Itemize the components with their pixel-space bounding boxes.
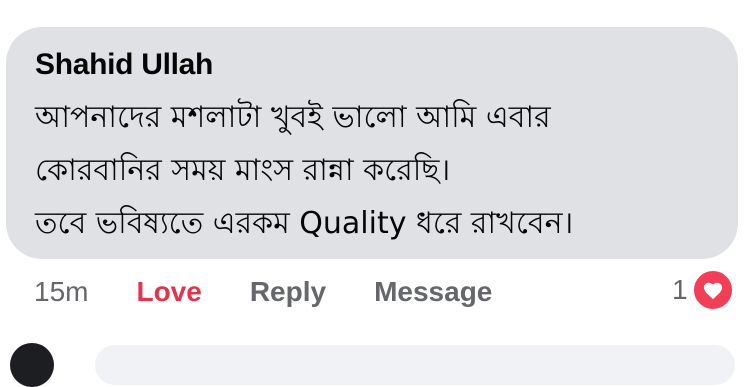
comment-timestamp[interactable]: 15m — [34, 276, 88, 308]
comment-author[interactable]: Shahid Ullah — [35, 47, 722, 83]
reply-button[interactable]: Reply — [250, 276, 326, 308]
comment-text: আপনাদের মশলাটা খুবই ভালো আমি এবার কোরবান… — [35, 100, 574, 241]
reply-input[interactable] — [95, 345, 735, 385]
comment-actions: 15m Love Reply Message — [34, 272, 492, 312]
reaction-count: 1 — [672, 274, 688, 305]
heart-icon — [691, 269, 734, 311]
comment-bubble: Shahid Ullah আপনাদের মশলাটা খুবই ভালো আম… — [6, 27, 738, 259]
reaction-summary[interactable]: 1 — [672, 269, 734, 311]
message-button[interactable]: Message — [374, 276, 492, 308]
avatar[interactable] — [10, 343, 54, 387]
love-button[interactable]: Love — [136, 276, 201, 308]
